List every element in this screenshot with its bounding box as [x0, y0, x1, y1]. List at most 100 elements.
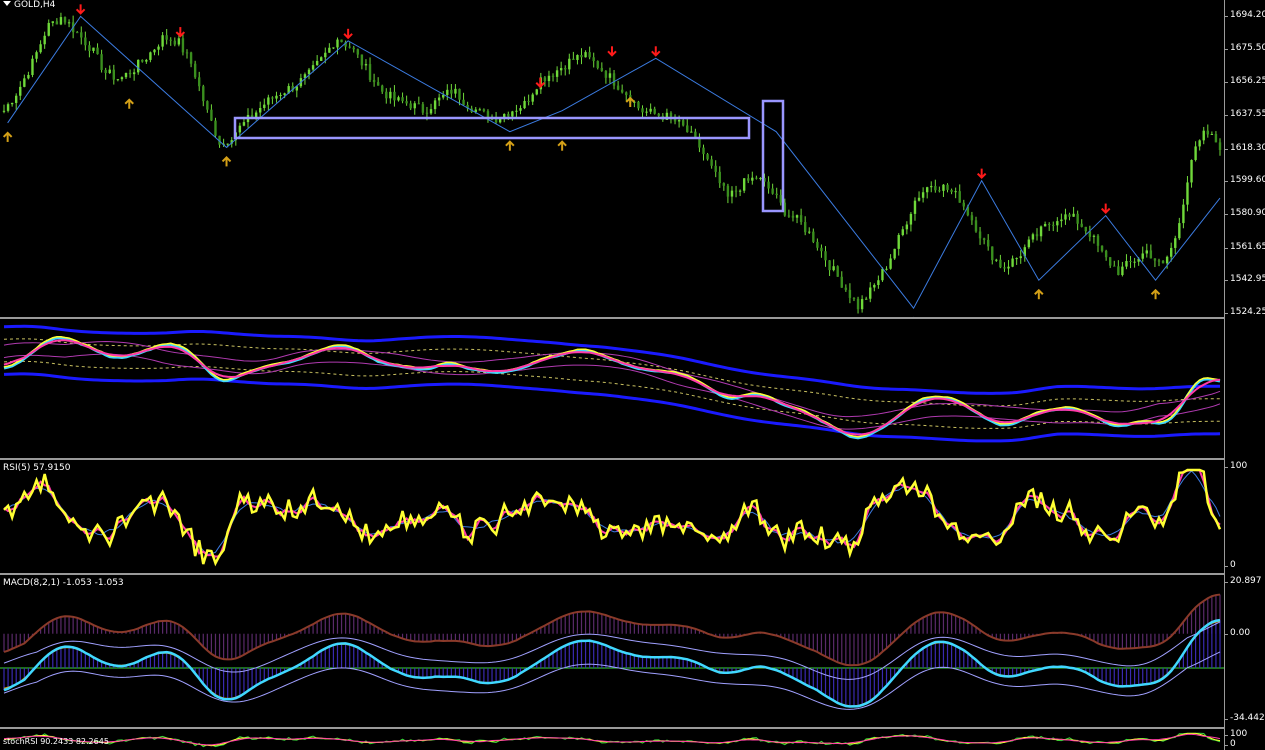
candle-body — [812, 231, 815, 242]
tick-mark — [1224, 582, 1228, 583]
lower-band-line — [3, 372, 1221, 443]
candle-body — [112, 69, 116, 80]
price-chart — [2, 4, 1222, 317]
candle-body — [1117, 266, 1120, 276]
candle-body — [381, 85, 384, 92]
stoch-pane[interactable]: stochRSI 90.2433 82.2645 — [0, 729, 1224, 750]
macd-chart — [0, 593, 1224, 710]
candle-body — [1072, 213, 1075, 217]
candle-body — [442, 94, 445, 98]
candle-body — [824, 251, 827, 261]
candle-body — [108, 69, 111, 74]
candle-body — [1011, 258, 1014, 267]
candle-body — [710, 159, 713, 166]
ma-pane[interactable] — [0, 319, 1224, 458]
rsi-pane[interactable]: RSI(5) 57.9150 — [0, 460, 1224, 573]
down-arrow-icon — [607, 46, 617, 57]
candle-body — [1035, 234, 1039, 237]
candle-body — [942, 184, 945, 191]
candle-body — [889, 258, 892, 269]
down-arrow-icon — [535, 77, 545, 89]
candle-body — [482, 109, 486, 112]
price-pane[interactable]: GOLD,H4 — [0, 0, 1224, 317]
candle-body — [279, 94, 282, 96]
candle-body — [210, 109, 213, 121]
rsi-tick-label: 100 — [1230, 461, 1248, 471]
candle-body — [1141, 253, 1144, 259]
candle-body — [1104, 250, 1108, 258]
candle-body — [828, 260, 831, 271]
up-arrow-icon — [505, 140, 515, 151]
candle-body — [1096, 235, 1100, 246]
candle-body — [177, 38, 181, 45]
candle-body — [141, 59, 144, 62]
candle-body — [1174, 238, 1177, 248]
up-arrow-icon — [221, 156, 232, 167]
candle-body — [340, 39, 343, 43]
candle-body — [409, 103, 412, 109]
candle-body — [88, 45, 91, 51]
candle-body — [840, 276, 843, 288]
candle-body — [869, 287, 872, 299]
up-arrow-icon — [625, 96, 635, 107]
candle-body — [616, 85, 620, 90]
candle-body — [124, 72, 128, 78]
up-arrow-icon — [124, 98, 134, 109]
up-arrow-icon — [557, 140, 567, 151]
candle-body — [43, 35, 46, 45]
candle-body — [1186, 182, 1189, 205]
candle-body — [564, 68, 567, 70]
candle-body — [1108, 257, 1112, 266]
price-tick-label: 1580.90 — [1230, 208, 1265, 218]
tick-mark — [1224, 280, 1228, 282]
candle-body — [1182, 204, 1185, 224]
candle-body — [775, 193, 778, 196]
macd-pane[interactable]: MACD(8,2,1) -1.053 -1.053 — [0, 575, 1224, 727]
candle-body — [242, 122, 246, 126]
dropdown-triangle-icon[interactable] — [3, 1, 11, 6]
candle-body — [59, 17, 63, 25]
candle-body — [1157, 260, 1161, 262]
candle-body — [271, 97, 274, 99]
candle-body — [238, 125, 242, 133]
candle-body — [397, 97, 400, 101]
candle-body — [930, 186, 933, 188]
candle-body — [1129, 261, 1132, 263]
stoch-tick-label: 100 — [1230, 729, 1248, 739]
candle-body — [1218, 142, 1222, 151]
candle-body — [15, 95, 18, 103]
candle-body — [576, 55, 579, 60]
candle-body — [909, 213, 913, 225]
candle-body — [1161, 260, 1165, 264]
price-tick-label: 1524.25 — [1230, 307, 1265, 317]
tick-mark — [1224, 181, 1228, 183]
candle-body — [905, 224, 909, 230]
tick-mark — [1224, 735, 1228, 736]
candle-body — [1214, 133, 1218, 143]
candle-body — [686, 125, 689, 133]
price-tick-label: 1618.30 — [1230, 142, 1265, 153]
up-arrow-icon — [2, 131, 13, 142]
candle-body — [1202, 130, 1205, 141]
tick-mark — [1224, 719, 1228, 720]
candle-body — [527, 100, 530, 102]
candle-body — [1206, 130, 1209, 135]
candle-body — [80, 32, 83, 38]
candle-body — [1003, 267, 1006, 269]
candle-body — [263, 104, 266, 108]
candle-body — [1153, 258, 1157, 261]
candle-body — [751, 177, 754, 181]
candle-body — [995, 259, 998, 261]
candle-body — [1100, 245, 1104, 251]
candle-body — [620, 89, 624, 93]
candle-body — [76, 32, 79, 34]
candle-body — [417, 103, 421, 105]
candle-body — [356, 49, 360, 55]
candle-body — [873, 284, 876, 288]
price-tick-label: 1694.20 — [1230, 10, 1265, 20]
candle-body — [348, 46, 351, 48]
candle-body — [1076, 213, 1079, 224]
candle-body — [96, 47, 99, 55]
candle-body — [535, 89, 538, 95]
candle-body — [982, 238, 986, 240]
